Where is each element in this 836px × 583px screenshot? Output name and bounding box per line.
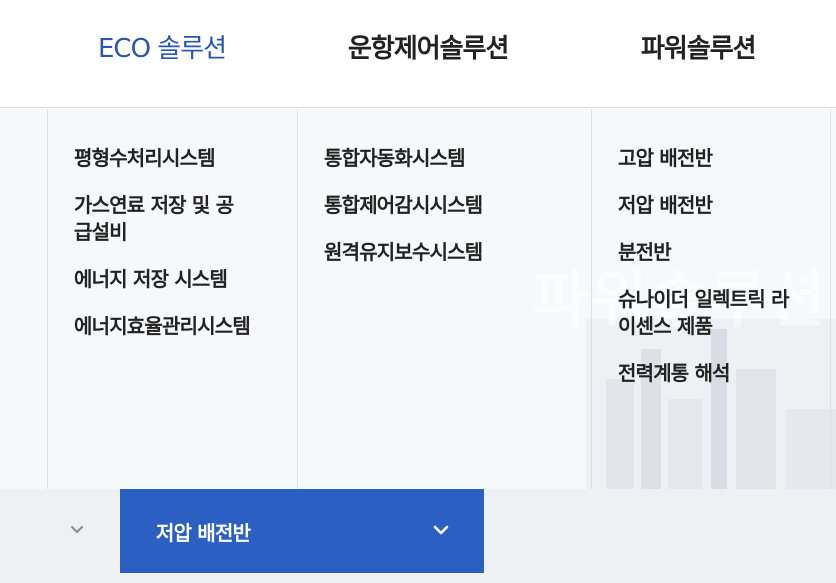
chevron-down-icon: [70, 525, 84, 534]
menu-item-ballast-water[interactable]: 평형수처리시스템: [74, 145, 274, 172]
current-page-dropdown[interactable]: 저압 배전반: [120, 489, 484, 573]
chevron-down-icon: [433, 525, 449, 535]
menu-column-navigation: 통합자동화시스템 통합제어감시시스템 원격유지보수시스템: [297, 109, 592, 489]
column-divider: [830, 109, 831, 489]
menu-item-high-voltage-switchboard[interactable]: 고압 배전반: [618, 145, 818, 172]
tab-power-solution[interactable]: 파워솔루션: [641, 28, 757, 65]
tab-navigation-control-solution[interactable]: 운항제어솔루션: [348, 28, 509, 65]
menu-item-energy-efficiency[interactable]: 에너지효율관리시스템: [74, 313, 274, 340]
top-navigation: ECO 솔루션 운항제어솔루션 파워솔루션: [0, 0, 836, 108]
menu-item-distribution-board[interactable]: 분전반: [618, 239, 818, 266]
power-menu-list: 고압 배전반 저압 배전반 분전반 슈나이더 일렉트릭 라이센스 제품 전력계통…: [618, 145, 818, 407]
menu-item-integrated-monitoring[interactable]: 통합제어감시시스템: [324, 192, 524, 219]
menu-item-integrated-automation[interactable]: 통합자동화시스템: [324, 145, 524, 172]
tab-eco-solution[interactable]: ECO 솔루션: [98, 28, 227, 65]
mega-menu-panel: 파워솔루션 평형수처리시스템 가스연료 저장 및 공급설비 에너지 저장 시스템…: [0, 109, 836, 489]
menu-item-schneider-license[interactable]: 슈나이더 일렉트릭 라이센스 제품: [618, 286, 798, 340]
menu-item-energy-storage[interactable]: 에너지 저장 시스템: [74, 266, 274, 293]
menu-item-low-voltage-switchboard[interactable]: 저압 배전반: [618, 192, 818, 219]
eco-menu-list: 평형수처리시스템 가스연료 저장 및 공급설비 에너지 저장 시스템 에너지효율…: [74, 145, 274, 360]
menu-item-power-system-analysis[interactable]: 전력계통 해석: [618, 360, 818, 387]
current-page-label: 저압 배전반: [156, 521, 251, 545]
parent-dropdown-button[interactable]: [50, 489, 120, 573]
location-bar: 저압 배전반: [0, 489, 836, 583]
menu-item-gas-fuel-supply[interactable]: 가스연료 저장 및 공급설비: [74, 192, 244, 246]
menu-column-eco: 평형수처리시스템 가스연료 저장 및 공급설비 에너지 저장 시스템 에너지효율…: [47, 109, 297, 489]
menu-item-remote-maintenance[interactable]: 원격유지보수시스템: [324, 239, 524, 266]
menu-column-power: 고압 배전반 저압 배전반 분전반 슈나이더 일렉트릭 라이센스 제품 전력계통…: [591, 109, 831, 489]
navigation-menu-list: 통합자동화시스템 통합제어감시시스템 원격유지보수시스템: [324, 145, 524, 286]
